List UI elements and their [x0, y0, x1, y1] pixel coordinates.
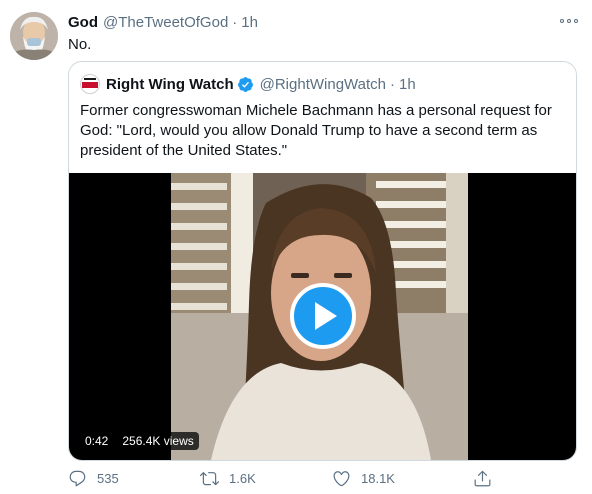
avatar[interactable]	[10, 12, 58, 60]
verified-icon	[237, 76, 253, 92]
share-button[interactable]	[473, 466, 502, 490]
quoted-text: Former congresswoman Michele Bachmann ha…	[80, 102, 552, 159]
more-icon[interactable]	[560, 16, 578, 26]
separator: ·	[232, 13, 238, 31]
quoted-author-name: Right Wing Watch	[106, 75, 234, 93]
timestamp[interactable]: 1h	[241, 14, 258, 31]
tweet[interactable]: God @TheTweetOfGod · 1h No. Right Wing W…	[0, 0, 592, 494]
retweet-button[interactable]: 1.6K	[200, 466, 256, 490]
author-name[interactable]: God	[68, 14, 98, 31]
video-duration: 0:42	[80, 432, 114, 450]
quoted-tweet[interactable]: Right Wing Watch @RightWingWatch · 1h Fo…	[68, 61, 577, 461]
quoted-separator: ·	[390, 75, 395, 93]
like-icon	[333, 470, 350, 486]
like-button[interactable]: 18.1K	[332, 466, 395, 490]
reply-count: 535	[97, 470, 119, 486]
reply-button[interactable]: 535	[68, 466, 119, 490]
quoted-header: Right Wing Watch @RightWingWatch · 1h	[80, 73, 416, 95]
quoted-handle: @RightWingWatch	[259, 75, 386, 93]
author-handle[interactable]: @TheTweetOfGod	[103, 14, 228, 31]
like-count: 18.1K	[361, 470, 395, 486]
tweet-text: No.	[68, 36, 92, 53]
quoted-timestamp: 1h	[399, 75, 416, 93]
share-icon	[474, 470, 491, 486]
reply-icon	[69, 470, 86, 486]
video-badges: 0:42 256.4K views	[80, 432, 199, 450]
retweet-icon	[200, 471, 219, 485]
tweet-header: God @TheTweetOfGod · 1h	[68, 12, 258, 32]
action-bar: 535 1.6K 18.1K	[68, 466, 508, 490]
video-player[interactable]: 0:42 256.4K views	[69, 173, 576, 460]
retweet-count: 1.6K	[229, 470, 256, 486]
video-views: 256.4K views	[117, 432, 199, 450]
play-icon[interactable]	[290, 283, 356, 349]
quoted-avatar	[80, 74, 100, 94]
